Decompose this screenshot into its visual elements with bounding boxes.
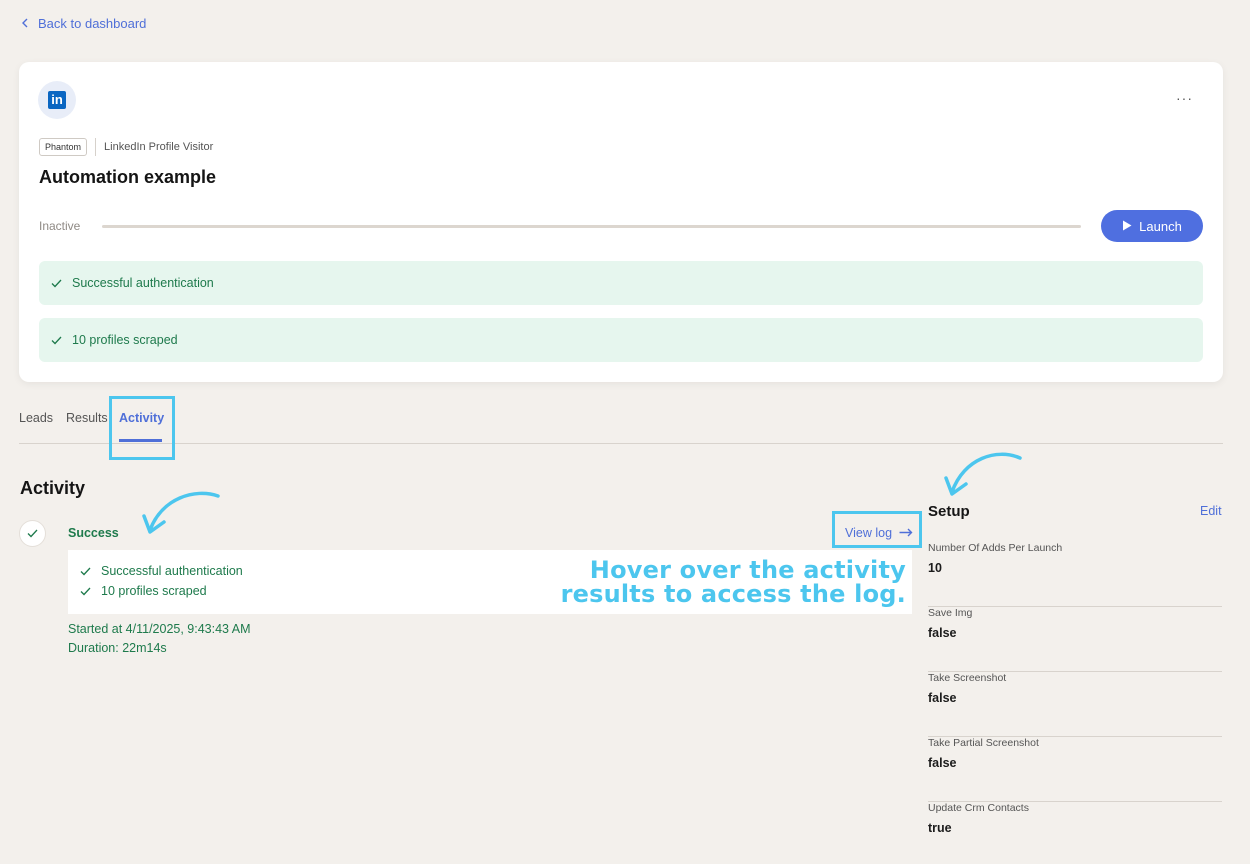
- play-icon: [1122, 219, 1132, 234]
- more-options-button[interactable]: ···: [1176, 90, 1193, 106]
- setup-item: Save Img false: [928, 607, 1222, 672]
- check-icon: [80, 587, 91, 596]
- progress-bar: [102, 224, 1081, 228]
- setup-item: Update Crm Contacts true: [928, 802, 1222, 864]
- annotation-arrow-icon: [142, 491, 220, 534]
- setup-item-label: Take Partial Screenshot: [928, 737, 1039, 749]
- setup-item-label: Save Img: [928, 607, 973, 619]
- launch-button[interactable]: Launch: [1101, 210, 1203, 242]
- automation-type-row: Phantom LinkedIn Profile Visitor: [39, 138, 213, 156]
- setup-item-value: false: [928, 756, 957, 770]
- phantom-badge: Phantom: [39, 138, 88, 156]
- setup-item: Take Screenshot false: [928, 672, 1222, 737]
- activity-status: Success: [68, 526, 119, 540]
- success-message-text: Successful authentication: [72, 276, 214, 290]
- annotation-text: Hover over the activity results to acces…: [561, 558, 906, 606]
- setup-item: Take Partial Screenshot false: [928, 737, 1222, 802]
- activity-result-item: Successful authentication: [80, 564, 243, 578]
- check-icon: [80, 567, 91, 576]
- activity-duration: Duration: 22m14s: [68, 641, 167, 655]
- setup-heading: Setup: [928, 503, 970, 520]
- tab-leads[interactable]: Leads: [19, 411, 53, 425]
- success-message-text: 10 profiles scraped: [72, 333, 178, 347]
- setup-item-label: Take Screenshot: [928, 672, 1007, 684]
- activity-heading: Activity: [20, 478, 86, 498]
- success-message: Successful authentication: [39, 261, 1203, 305]
- linkedin-icon: in: [48, 91, 66, 109]
- status-row: Inactive Launch: [39, 210, 1203, 242]
- activity-result-text: 10 profiles scraped: [101, 584, 207, 598]
- chevron-left-icon: [20, 16, 30, 31]
- tab-results[interactable]: Results: [66, 411, 108, 425]
- setup-item-label: Update Crm Contacts: [928, 802, 1029, 814]
- tab-bar: Leads Results Activity: [19, 400, 1223, 444]
- setup-edit-link[interactable]: Edit: [1200, 504, 1222, 518]
- activity-result-item: 10 profiles scraped: [80, 584, 207, 598]
- setup-item: Number Of Adds Per Launch 10: [928, 542, 1222, 607]
- automation-title: Automation example: [39, 167, 217, 187]
- setup-item-value: true: [928, 821, 952, 835]
- annotation-line-1: Hover over the activity: [589, 556, 906, 584]
- setup-item-value: 10: [928, 561, 942, 575]
- automation-type-label: LinkedIn Profile Visitor: [104, 141, 214, 153]
- view-log-highlight-box: [832, 511, 922, 548]
- check-icon: [51, 279, 62, 288]
- success-message: 10 profiles scraped: [39, 318, 1203, 362]
- annotation-line-2: results to access the log.: [560, 580, 906, 608]
- check-icon: [51, 336, 62, 345]
- annotation-arrow-icon: [944, 452, 1022, 496]
- status-text: Inactive: [39, 219, 81, 233]
- back-link-label: Back to dashboard: [38, 16, 147, 31]
- setup-item-value: false: [928, 691, 957, 705]
- launch-label: Launch: [1139, 218, 1182, 234]
- setup-item-value: false: [928, 626, 957, 640]
- automation-card: in ··· Phantom LinkedIn Profile Visitor …: [19, 62, 1223, 382]
- activity-started: Started at 4/11/2025, 9:43:43 AM: [68, 622, 251, 636]
- back-to-dashboard-link[interactable]: Back to dashboard: [20, 16, 146, 31]
- setup-item-label: Number Of Adds Per Launch: [928, 542, 1063, 554]
- divider: [95, 138, 97, 156]
- activity-result-text: Successful authentication: [101, 564, 243, 578]
- success-check-icon: [19, 520, 46, 547]
- tab-highlight-box: [109, 396, 175, 460]
- linkedin-logo: in: [38, 81, 76, 119]
